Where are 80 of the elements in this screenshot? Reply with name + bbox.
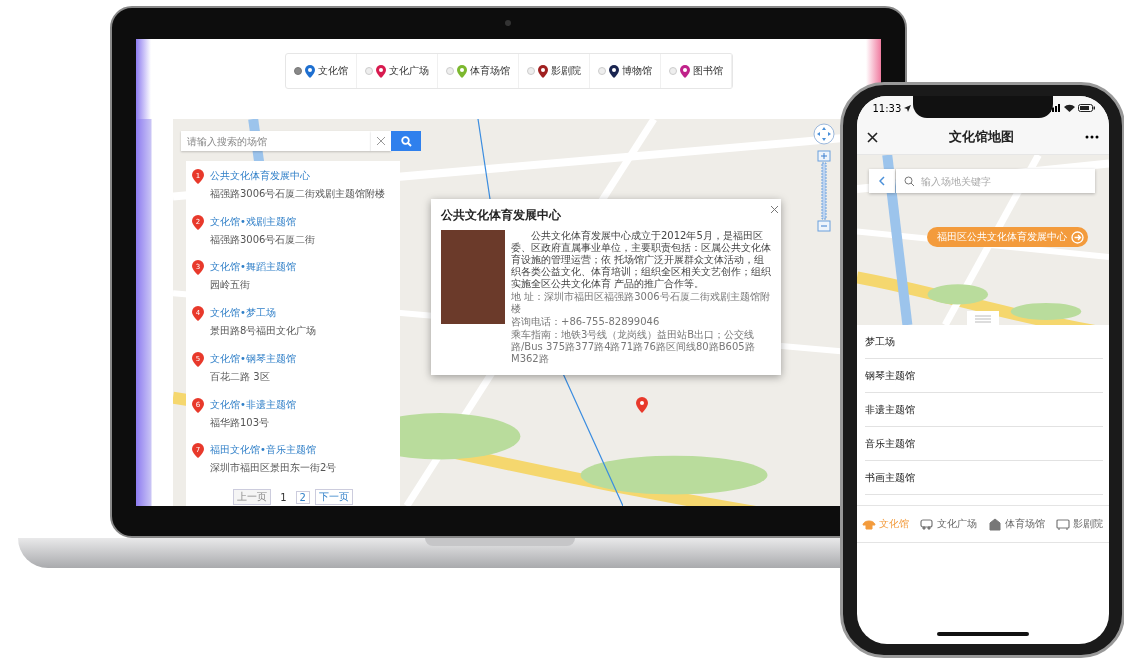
map-pin-icon[interactable] — [636, 397, 648, 413]
venue-name-link[interactable]: 文化馆•非遗主题馆 — [210, 397, 394, 412]
tab-label: 文化广场 — [937, 517, 977, 531]
radio-button[interactable] — [526, 67, 535, 75]
search-icon — [400, 135, 412, 147]
filter-label: 文化广场 — [388, 64, 429, 78]
tab-item[interactable]: 体育场馆 — [988, 517, 1045, 531]
close-button[interactable] — [866, 131, 878, 143]
search-icon — [903, 175, 915, 187]
battery-icon — [1077, 104, 1095, 112]
bus-icon — [920, 517, 934, 531]
search-field[interactable]: 请输入搜索的场馆 — [181, 131, 371, 151]
wifi-icon — [1063, 104, 1075, 112]
filter-option[interactable]: 体育场馆 — [437, 54, 519, 88]
venue-name-link[interactable]: 文化馆•戏剧主题馆 — [210, 214, 394, 229]
map-zoom-control[interactable] — [813, 123, 835, 235]
filter-label: 图书馆 — [692, 64, 723, 78]
clear-button[interactable] — [371, 131, 391, 151]
tab-item[interactable]: 文化广场 — [920, 517, 977, 531]
close-icon — [377, 137, 385, 145]
more-button[interactable] — [1084, 135, 1099, 139]
radio-button[interactable] — [668, 67, 677, 75]
venue-name-link[interactable]: 福田文化馆•音乐主题馆 — [210, 443, 394, 458]
filter-option[interactable]: 文化广场 — [356, 54, 438, 88]
back-icon — [878, 176, 885, 186]
building-icon — [988, 517, 1002, 531]
venue-name-link[interactable]: 文化馆•舞蹈主题馆 — [210, 260, 394, 275]
next-page-link[interactable]: 下一页 — [314, 489, 353, 506]
filter-option[interactable]: 文化馆 — [285, 54, 357, 88]
popup-detail: 乘车指南：地铁3号线（龙岗线）益田站B出口；公交线路/Bus 375路377路4路71路76路区间线80路B605路M362路 — [511, 329, 756, 365]
tab-item[interactable]: 影剧院 — [1056, 517, 1103, 531]
popup-detail: 咨询电话：+86-755-82899046 — [511, 316, 661, 328]
filter-label: 影剧院 — [550, 64, 581, 78]
filter-label: 体育场馆 — [469, 64, 510, 78]
back-button[interactable] — [868, 169, 895, 193]
search-button[interactable] — [391, 131, 421, 151]
close-icon — [771, 206, 778, 213]
venue-address: 园岭五街 — [210, 278, 251, 293]
arrow-circle-icon — [1070, 230, 1084, 244]
venue-address: 百花二路 3区 — [210, 369, 271, 384]
close-icon — [866, 131, 878, 143]
filter-option[interactable]: 博物馆 — [589, 54, 661, 88]
venue-address: 景田路8号福田文化广场 — [210, 324, 318, 339]
venue-address: 福华路103号 — [210, 415, 271, 430]
prev-page-button[interactable]: 上一页 — [233, 489, 272, 506]
venue-name-link[interactable]: 文化馆•钢琴主题馆 — [210, 351, 394, 366]
screen-title: 文化馆地图 — [948, 128, 1014, 146]
venue-address: 福强路3006号石厦二街戏剧主题馆附楼 — [210, 187, 387, 201]
tab-label: 影剧院 — [1073, 517, 1103, 531]
venue-list-item[interactable]: 梦工场 — [864, 325, 1103, 359]
venue-list-item[interactable]: 非遗主题馆 — [864, 393, 1103, 427]
popup-detail: 地 址：深圳市福田区福强路3006号石厦二街戏剧主题馆附楼 — [511, 291, 771, 315]
search-field[interactable]: 输入场地关键字 — [895, 169, 1095, 193]
tab-label: 文化馆 — [879, 517, 909, 531]
venue-address: 福强路3006号石厦二街 — [210, 232, 317, 247]
venue-list-item[interactable]: 钢琴主题馆 — [864, 359, 1103, 393]
filter-option[interactable]: 影剧院 — [518, 54, 590, 88]
filter-label: 博物馆 — [621, 64, 652, 78]
status-time: 11:33 — [872, 102, 902, 114]
venue-list-item[interactable]: 书画主题馆 — [864, 461, 1103, 495]
location-arrow-icon — [904, 104, 912, 112]
radio-button[interactable] — [364, 67, 373, 75]
popup-title: 公共文化体育发展中心 — [441, 207, 562, 224]
more-icon — [1084, 135, 1099, 139]
venue-name-link[interactable]: 文化馆•梦工场 — [210, 306, 394, 321]
filter-option[interactable]: 图书馆 — [660, 54, 732, 88]
page-number[interactable]: 2 — [295, 490, 310, 504]
venue-address: 深圳市福田区景田东一街2号 — [210, 461, 338, 476]
radio-button[interactable] — [597, 67, 606, 75]
venue-name-link[interactable]: 公共文化体育发展中心 — [210, 169, 394, 183]
camera-icon — [505, 20, 511, 26]
search-input[interactable]: 输入场地关键字 — [918, 174, 1095, 188]
drag-handle[interactable] — [966, 311, 999, 325]
radio-button[interactable] — [445, 67, 454, 75]
callout-label: 福田区公共文化体育发展中心 — [936, 230, 1067, 244]
venue-list-item[interactable]: 音乐主题馆 — [864, 427, 1103, 461]
radio-button[interactable] — [293, 67, 302, 75]
filter-label: 文化馆 — [317, 64, 348, 78]
popup-description: 公共文化体育发展中心成立于2012年5月，是福田区委、区政府直属事业单位，主要职责包括：区属公共文化体育设施的管理运营；依 托场馆广泛开展群众文体活动，组织各类公益文化、体育培训；组织全区相关文艺创作；组织实施全区公共文化体育 产品的推广合作等。 — [511, 230, 771, 290]
tab-label: 体育场馆 — [1005, 517, 1045, 531]
